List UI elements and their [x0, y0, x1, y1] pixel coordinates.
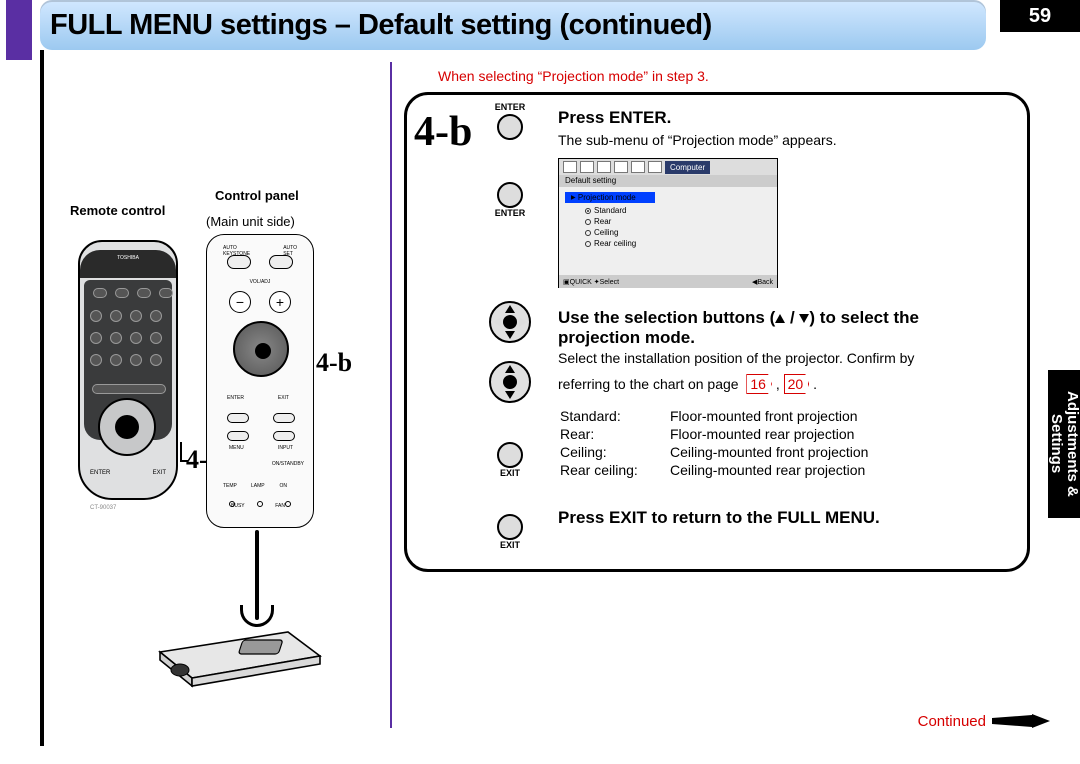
arrow-down-icon	[799, 314, 809, 323]
label-main-unit-side: (Main unit side)	[206, 214, 295, 229]
rule-purple	[390, 62, 392, 728]
panel-on: ON	[280, 483, 288, 489]
btn-enter-top: ENTER	[480, 102, 540, 140]
osd-back: Back	[757, 279, 773, 286]
step-4b-badge: 4-b	[414, 108, 472, 156]
arrow-up-icon	[775, 314, 785, 323]
remote-enter-label: ENTER	[90, 470, 110, 476]
page-title: FULL MENU settings – Default setting (co…	[50, 9, 712, 42]
btn-dpad-bottom	[480, 360, 540, 406]
continued-label: Continued	[918, 713, 986, 730]
heading-press-exit: Press EXIT to return to the FULL MENU.	[558, 508, 1020, 528]
continued-arrow-icon	[992, 714, 1050, 728]
callout-4b-panel: 4-b	[316, 348, 352, 378]
osd-screenshot: Computer Default setting ▶ Projection mo…	[558, 158, 778, 288]
projector-illustration	[152, 612, 322, 688]
btn-dpad-top	[480, 300, 540, 346]
remote-dpad	[98, 398, 156, 456]
page-number: 59	[1000, 0, 1080, 32]
osd-quick: QUICK	[570, 279, 592, 286]
panel-knob	[233, 321, 289, 377]
text-select-install: Select the installation position of the …	[558, 350, 988, 366]
enter-label2: ENTER	[495, 208, 526, 218]
title-bar: FULL MENU settings – Default setting (co…	[40, 0, 986, 50]
panel-temp: TEMP	[223, 483, 237, 489]
label-control-panel: Control panel	[215, 188, 299, 203]
osd-opt-1: Rear	[594, 217, 611, 226]
note-red: When selecting “Projection mode” in step…	[438, 68, 709, 84]
rule-black	[40, 50, 44, 746]
left-gutter	[6, 0, 32, 60]
exit-label: EXIT	[500, 468, 520, 478]
remote-brand: TOSHIBA	[80, 250, 176, 278]
panel-fan: FAN	[275, 503, 285, 509]
exit-label2: EXIT	[500, 540, 520, 550]
panel-menu: MENU	[229, 445, 244, 451]
panel-lamp: LAMP	[251, 483, 265, 489]
osd-tab-computer: Computer	[665, 161, 710, 174]
panel-busy: BUSY	[231, 503, 245, 509]
panel-enter: ENTER	[227, 395, 244, 401]
osd-sub-default: Default setting	[559, 175, 777, 187]
osd-header-projection: Projection mode	[578, 193, 636, 202]
panel-voladj: VOL/ADJ	[207, 279, 313, 285]
panel-input: INPUT	[278, 445, 293, 451]
text-submenu-appears: The sub-menu of “Projection mode” appear…	[558, 132, 1020, 148]
btn-exit-bottom: EXIT	[480, 512, 540, 550]
page-link-16[interactable]: 16	[746, 374, 772, 394]
text-refer-chart: referring to the chart on page 16 , 20 .	[558, 374, 1020, 394]
osd-opt-3: Rear ceiling	[594, 239, 636, 248]
osd-opt-2: Ceiling	[594, 228, 618, 237]
control-panel-illustration: AUTO KEYSTONE AUTO SET VOL/ADJ −+ ENTER …	[206, 234, 314, 528]
osd-opt-0: Standard	[594, 206, 626, 215]
label-remote-control: Remote control	[70, 203, 165, 218]
remote-illustration: TOSHIBA VOL/ADJ ENTER EXIT	[78, 240, 178, 500]
remote-exit-label: EXIT	[153, 470, 166, 476]
page-link-20[interactable]: 20	[784, 374, 810, 394]
enter-label: ENTER	[495, 102, 526, 112]
remote-model: CT-90037	[90, 505, 116, 511]
osd-select: Select	[600, 279, 619, 286]
heading-press-enter: Press ENTER.	[558, 108, 1020, 128]
side-tab-adjustments: Adjustments & Settings	[1048, 370, 1080, 518]
heading-use-selection: Use the selection buttons ( / ) to selec…	[558, 308, 988, 348]
panel-exit: EXIT	[278, 395, 289, 401]
panel-standby: ON/STANDBY	[272, 461, 304, 467]
btn-exit-top: EXIT	[480, 440, 540, 478]
btn-enter-bottom: ENTER	[480, 180, 540, 218]
table-projection-modes: Standard:Floor-mounted front projection …	[558, 406, 988, 480]
